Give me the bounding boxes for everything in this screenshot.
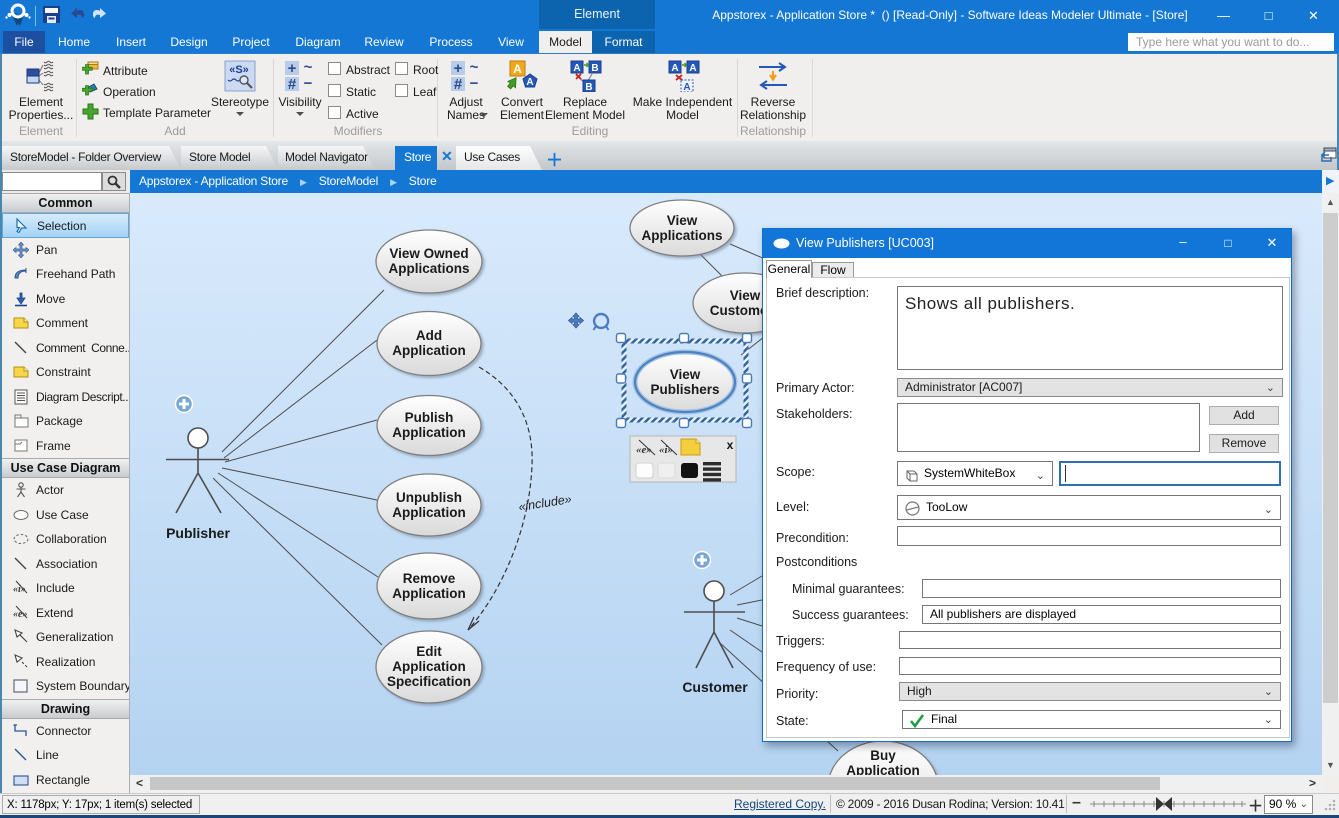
svg-text:#: # <box>288 76 297 92</box>
svg-text:A: A <box>671 63 678 74</box>
svg-text:Publish: Publish <box>405 410 454 425</box>
svg-text:Application: Application <box>846 763 920 775</box>
svg-text:«include»: «include» <box>517 492 572 514</box>
svg-text:x: x <box>727 438 734 452</box>
svg-text:Application: Application <box>392 505 466 520</box>
svg-text:B: B <box>585 82 592 92</box>
svg-text:Application: Application <box>392 425 466 440</box>
svg-text:A: A <box>513 62 522 76</box>
svg-text:Publishers: Publishers <box>650 382 719 397</box>
svg-text:Customer: Customer <box>682 679 748 695</box>
svg-text:Applications: Applications <box>641 228 722 243</box>
svg-text:−: − <box>304 75 313 92</box>
svg-text:B: B <box>591 63 598 74</box>
svg-text:Application: Application <box>392 659 466 674</box>
svg-text:Buy: Buy <box>870 748 896 763</box>
svg-text:~: ~ <box>470 60 479 76</box>
svg-text:−: − <box>470 75 479 92</box>
svg-text:«S»: «S» <box>229 64 249 76</box>
svg-text:A: A <box>526 77 533 88</box>
svg-text:Add: Add <box>416 328 442 343</box>
svg-text:Application: Application <box>392 343 466 358</box>
svg-text:View: View <box>730 288 761 303</box>
svg-text:Remove: Remove <box>403 571 456 586</box>
svg-text:Publisher: Publisher <box>166 525 230 541</box>
svg-text:~: ~ <box>304 60 313 76</box>
svg-text:View: View <box>667 213 698 228</box>
svg-text:Specification: Specification <box>387 674 471 689</box>
svg-text:Edit: Edit <box>416 644 442 659</box>
svg-text:Application: Application <box>392 586 466 601</box>
svg-text:+: + <box>288 60 297 77</box>
svg-text:A: A <box>689 63 696 74</box>
svg-text:View: View <box>670 367 701 382</box>
svg-text:+: + <box>454 60 463 77</box>
svg-text:Unpublish: Unpublish <box>396 490 462 505</box>
svg-text:Applications: Applications <box>388 261 469 276</box>
svg-text:A: A <box>573 63 580 74</box>
svg-text:A: A <box>683 82 690 92</box>
svg-text:View Owned: View Owned <box>389 246 468 261</box>
svg-text:#: # <box>454 76 463 92</box>
